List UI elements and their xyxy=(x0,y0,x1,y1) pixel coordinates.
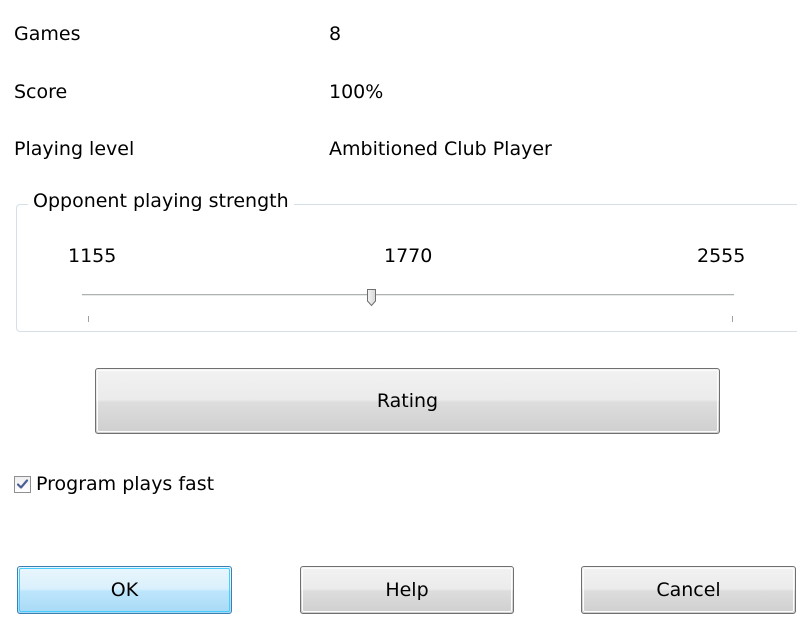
strength-max-label: 2555 xyxy=(697,245,746,267)
ok-button-label: OK xyxy=(110,579,139,601)
slider-tick-max xyxy=(732,316,733,322)
strength-current-label: 1770 xyxy=(384,245,433,267)
cancel-button-label: Cancel xyxy=(656,579,721,601)
slider-thumb[interactable] xyxy=(366,288,377,307)
rating-button-label: Rating xyxy=(376,390,439,412)
ok-button[interactable]: OK xyxy=(17,566,232,614)
games-value: 8 xyxy=(329,23,342,45)
score-value: 100% xyxy=(329,81,384,103)
slider-track[interactable] xyxy=(82,294,734,297)
help-button-label: Help xyxy=(385,579,429,601)
program-plays-fast-checkbox[interactable] xyxy=(14,476,31,493)
playing-level-label: Playing level xyxy=(14,138,135,160)
slider-tick-min xyxy=(88,316,89,322)
cancel-button[interactable]: Cancel xyxy=(581,566,796,614)
opponent-strength-legend: Opponent playing strength xyxy=(28,189,294,213)
strength-min-label: 1155 xyxy=(68,245,117,267)
checkmark-icon xyxy=(16,479,29,489)
playing-level-value: Ambitioned Club Player xyxy=(329,138,552,160)
games-label: Games xyxy=(14,23,81,45)
opponent-strength-groupbox xyxy=(16,204,797,332)
help-button[interactable]: Help xyxy=(300,566,514,614)
rating-button[interactable]: Rating xyxy=(95,368,720,434)
program-plays-fast-label[interactable]: Program plays fast xyxy=(36,472,214,496)
score-label: Score xyxy=(14,81,68,103)
